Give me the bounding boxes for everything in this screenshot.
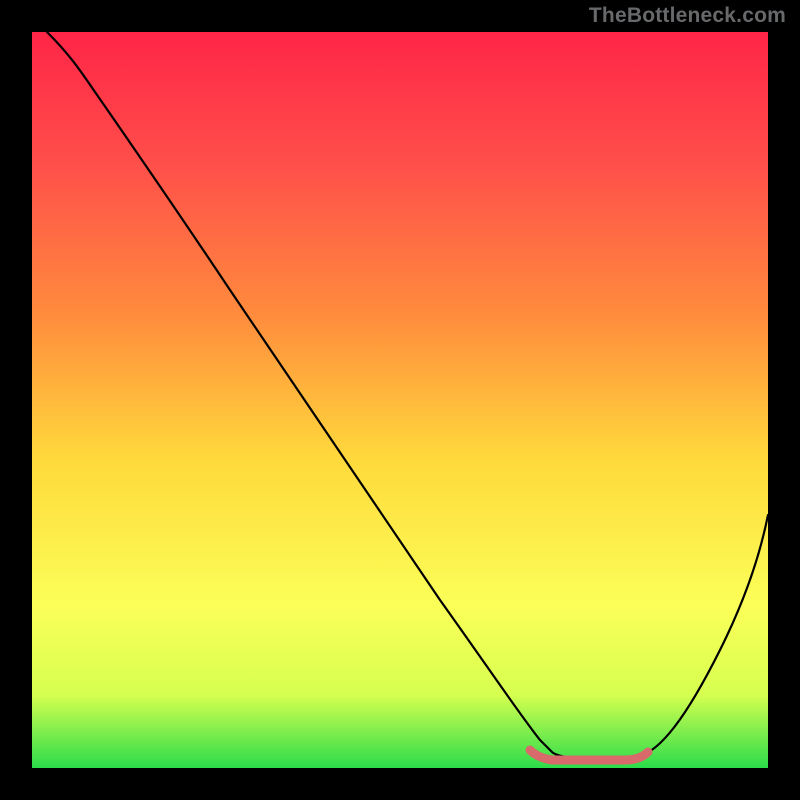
chart-svg <box>0 0 800 800</box>
plot-area <box>32 32 768 768</box>
chart-stage: { "watermark": "TheBottleneck.com", "col… <box>0 0 800 800</box>
watermark-text: TheBottleneck.com <box>589 4 786 28</box>
